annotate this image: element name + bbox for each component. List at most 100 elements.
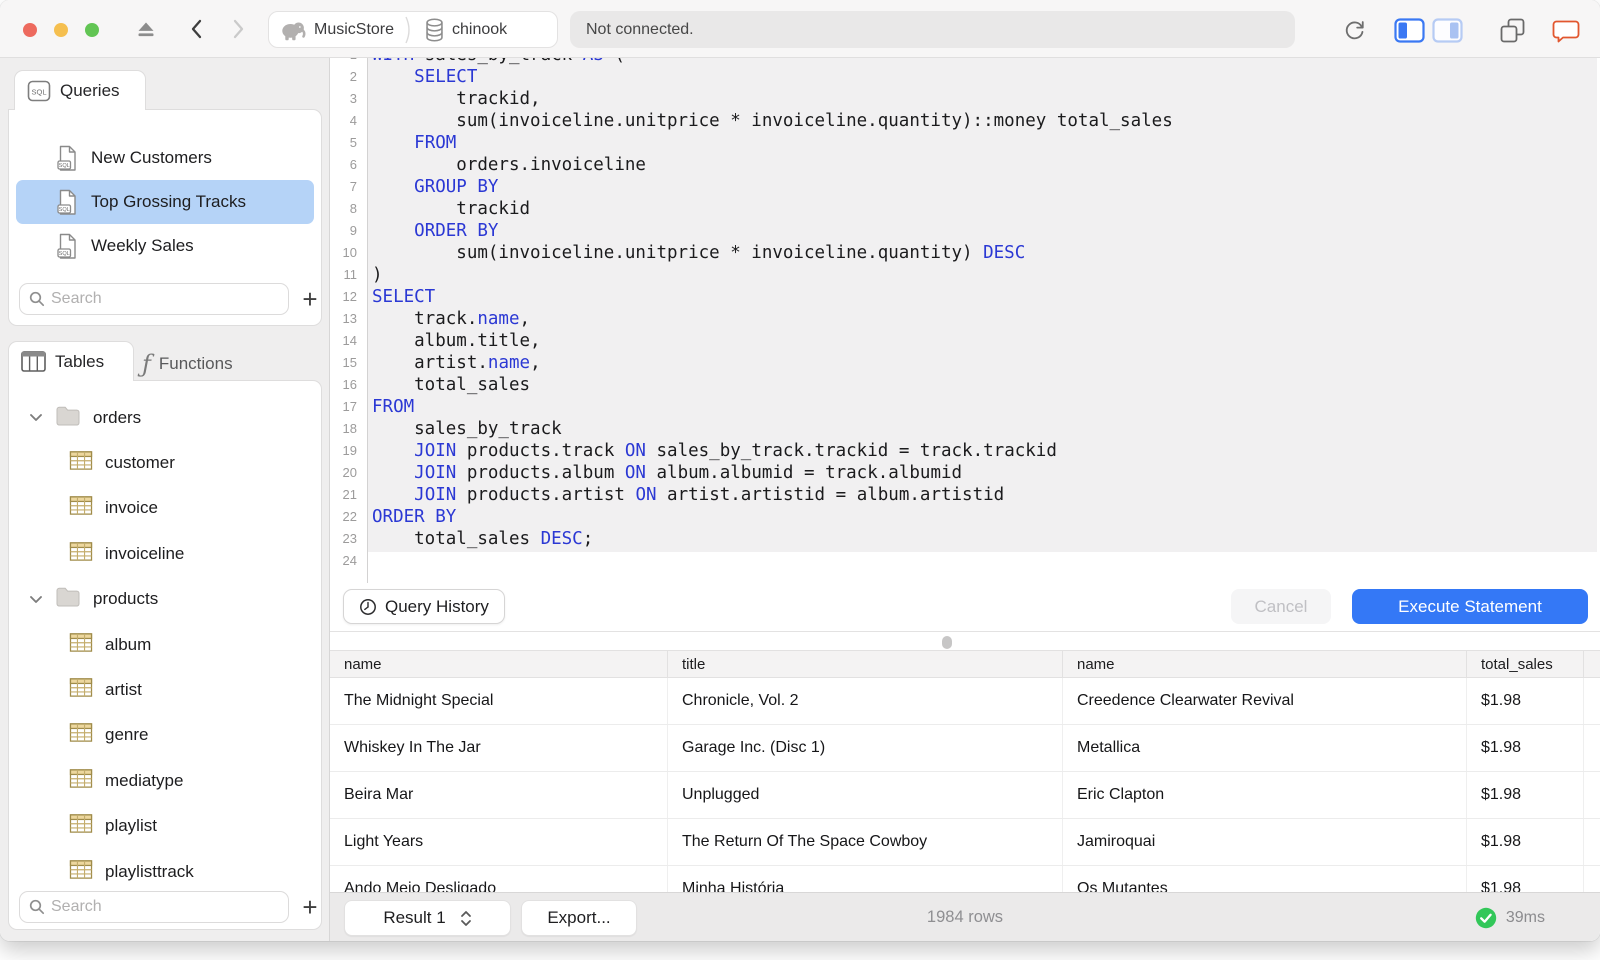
code-line[interactable]: ORDER BY	[372, 506, 1173, 528]
table-cell[interactable]: Creedence Clearwater Revival	[1063, 678, 1467, 724]
table-cell[interactable]: Whiskey In The Jar	[330, 725, 668, 771]
code-line[interactable]: total_sales	[372, 374, 1173, 396]
table-cell[interactable]: The Midnight Special	[330, 678, 668, 724]
table-cell[interactable]	[1584, 772, 1600, 818]
schema-table-row[interactable]: playlisttrack	[9, 849, 321, 894]
schema-table-row[interactable]: artist	[9, 667, 321, 712]
minimize-window-button[interactable]	[54, 23, 68, 37]
table-row[interactable]: Whiskey In The Jar Garage Inc. (Disc 1) Me…	[330, 725, 1600, 772]
windows-button[interactable]	[1498, 16, 1526, 44]
add-query-button[interactable]: +	[297, 284, 323, 314]
add-table-button[interactable]: +	[297, 892, 321, 922]
schema-folder-row[interactable]: products	[9, 577, 321, 622]
splitter-grip[interactable]	[942, 636, 952, 649]
schema-table-row[interactable]: mediatype	[9, 758, 321, 803]
code-line[interactable]	[372, 550, 1173, 572]
code-line[interactable]: ORDER BY	[372, 220, 1173, 242]
feedback-bubble-button[interactable]	[1551, 18, 1581, 44]
column-header[interactable]: name	[1063, 651, 1467, 677]
eject-icon[interactable]	[134, 18, 158, 42]
code-line[interactable]: JOIN products.track ON sales_by_track.tr…	[372, 440, 1173, 462]
result-selector[interactable]: Result 1	[344, 900, 511, 936]
tab-functions[interactable]: ƒ Functions	[142, 350, 233, 378]
query-search-field[interactable]	[19, 283, 289, 315]
schema-folder-row[interactable]: orders	[9, 395, 321, 440]
table-cell[interactable]: $1.98	[1467, 866, 1584, 892]
table-row[interactable]: Beira Mar Unplugged Eric Clapton $1.98	[330, 772, 1600, 819]
code-line[interactable]: album.title,	[372, 330, 1173, 352]
table-cell[interactable]: Garage Inc. (Disc 1)	[668, 725, 1063, 771]
query-history-button[interactable]: Query History	[343, 589, 505, 624]
code-line[interactable]: GROUP BY	[372, 176, 1173, 198]
schema-table-row[interactable]: customer	[9, 440, 321, 485]
schema-table-row[interactable]: album	[9, 622, 321, 667]
code-line[interactable]: total_sales DESC;	[372, 528, 1173, 550]
export-button[interactable]: Export...	[521, 900, 637, 936]
table-cell[interactable]	[1584, 866, 1600, 892]
column-header[interactable]: total_sales	[1467, 651, 1584, 677]
table-row[interactable]: Light Years The Return Of The Space Cowbo…	[330, 819, 1600, 866]
code-line[interactable]: orders.invoiceline	[372, 154, 1173, 176]
table-row[interactable]: Ando Meio Desligado Minha História Os Muta…	[330, 866, 1600, 892]
table-row[interactable]: The Midnight Special Chronicle, Vol. 2 Cre…	[330, 678, 1600, 725]
schema-table-row[interactable]: invoice	[9, 486, 321, 531]
zoom-window-button[interactable]	[85, 23, 99, 37]
table-cell[interactable]: Chronicle, Vol. 2	[668, 678, 1063, 724]
code-line[interactable]: sum(invoiceline.unitprice * invoiceline.…	[372, 110, 1172, 132]
schema-table-row[interactable]: genre	[9, 713, 321, 758]
toggle-right-sidebar-button[interactable]	[1432, 17, 1463, 43]
code-line[interactable]: trackid	[372, 198, 1173, 220]
table-search-input[interactable]	[51, 898, 266, 916]
table-cell[interactable]: $1.98	[1467, 772, 1584, 818]
breadcrumb-connection[interactable]: MusicStore	[279, 18, 394, 42]
column-header[interactable]: name	[330, 651, 668, 677]
table-cell[interactable]: Eric Clapton	[1063, 772, 1467, 818]
code-line[interactable]: track.name,	[372, 308, 1173, 330]
breadcrumb-database[interactable]: chinook	[424, 17, 507, 43]
code-line[interactable]: JOIN products.artist ON artist.artistid …	[372, 484, 1173, 506]
code-line[interactable]: JOIN products.album ON album.albumid = t…	[372, 462, 1173, 484]
table-cell[interactable]: $1.98	[1467, 678, 1584, 724]
code-line[interactable]: FROM	[372, 132, 1173, 154]
table-cell[interactable]: Metallica	[1063, 725, 1467, 771]
column-header[interactable]: title	[668, 651, 1063, 677]
code-line[interactable]: artist.name,	[372, 352, 1173, 374]
code-line[interactable]: FROM	[372, 396, 1173, 418]
table-cell[interactable]: The Return Of The Space Cowboy	[668, 819, 1063, 865]
table-search-field[interactable]	[19, 891, 289, 923]
query-list-item[interactable]: SQL Weekly Sales	[16, 224, 314, 268]
execute-statement-button[interactable]: Execute Statement	[1352, 589, 1588, 624]
table-cell[interactable]	[1584, 819, 1600, 865]
code-line[interactable]: sum(invoiceline.unitprice * invoiceline.…	[372, 242, 1173, 264]
forward-button[interactable]	[226, 17, 250, 41]
table-cell[interactable]: $1.98	[1467, 819, 1584, 865]
table-cell[interactable]: Minha História	[668, 866, 1063, 892]
column-header[interactable]	[1584, 651, 1600, 677]
query-list-item[interactable]: SQL New Customers	[16, 136, 314, 180]
table-cell[interactable]: Jamiroquai	[1063, 819, 1467, 865]
code-line[interactable]: sales_by_track	[372, 418, 1173, 440]
tab-queries[interactable]: SQL Queries	[14, 70, 146, 110]
table-cell[interactable]: Unplugged	[668, 772, 1063, 818]
table-cell[interactable]: Beira Mar	[330, 772, 668, 818]
code-line[interactable]: )	[372, 264, 1173, 286]
code-line[interactable]: trackid,	[372, 88, 1173, 110]
results-splitter[interactable]	[330, 631, 1600, 650]
tab-tables[interactable]: Tables	[8, 341, 134, 381]
table-cell[interactable]	[1584, 725, 1600, 771]
schema-table-row[interactable]: invoiceline	[9, 531, 321, 576]
toggle-left-sidebar-button[interactable]	[1394, 17, 1425, 43]
refresh-button[interactable]	[1341, 17, 1367, 43]
code-line[interactable]: SELECT	[372, 66, 1173, 88]
table-cell[interactable]: Ando Meio Desligado	[330, 866, 668, 892]
table-cell[interactable]	[1584, 678, 1600, 724]
close-window-button[interactable]	[23, 23, 37, 37]
sql-editor[interactable]: 123456789101112131415161718192021222324 …	[330, 58, 1600, 583]
code-lines[interactable]: WITH sales_by_track AS ( SELECT trackid,…	[372, 58, 1173, 572]
table-cell[interactable]: Os Mutantes	[1063, 866, 1467, 892]
table-cell[interactable]: Light Years	[330, 819, 668, 865]
code-line[interactable]: WITH sales_by_track AS (	[372, 58, 1173, 66]
query-list-item[interactable]: SQL Top Grossing Tracks	[16, 180, 314, 224]
query-search-input[interactable]	[51, 290, 266, 308]
code-line[interactable]: SELECT	[372, 286, 1173, 308]
